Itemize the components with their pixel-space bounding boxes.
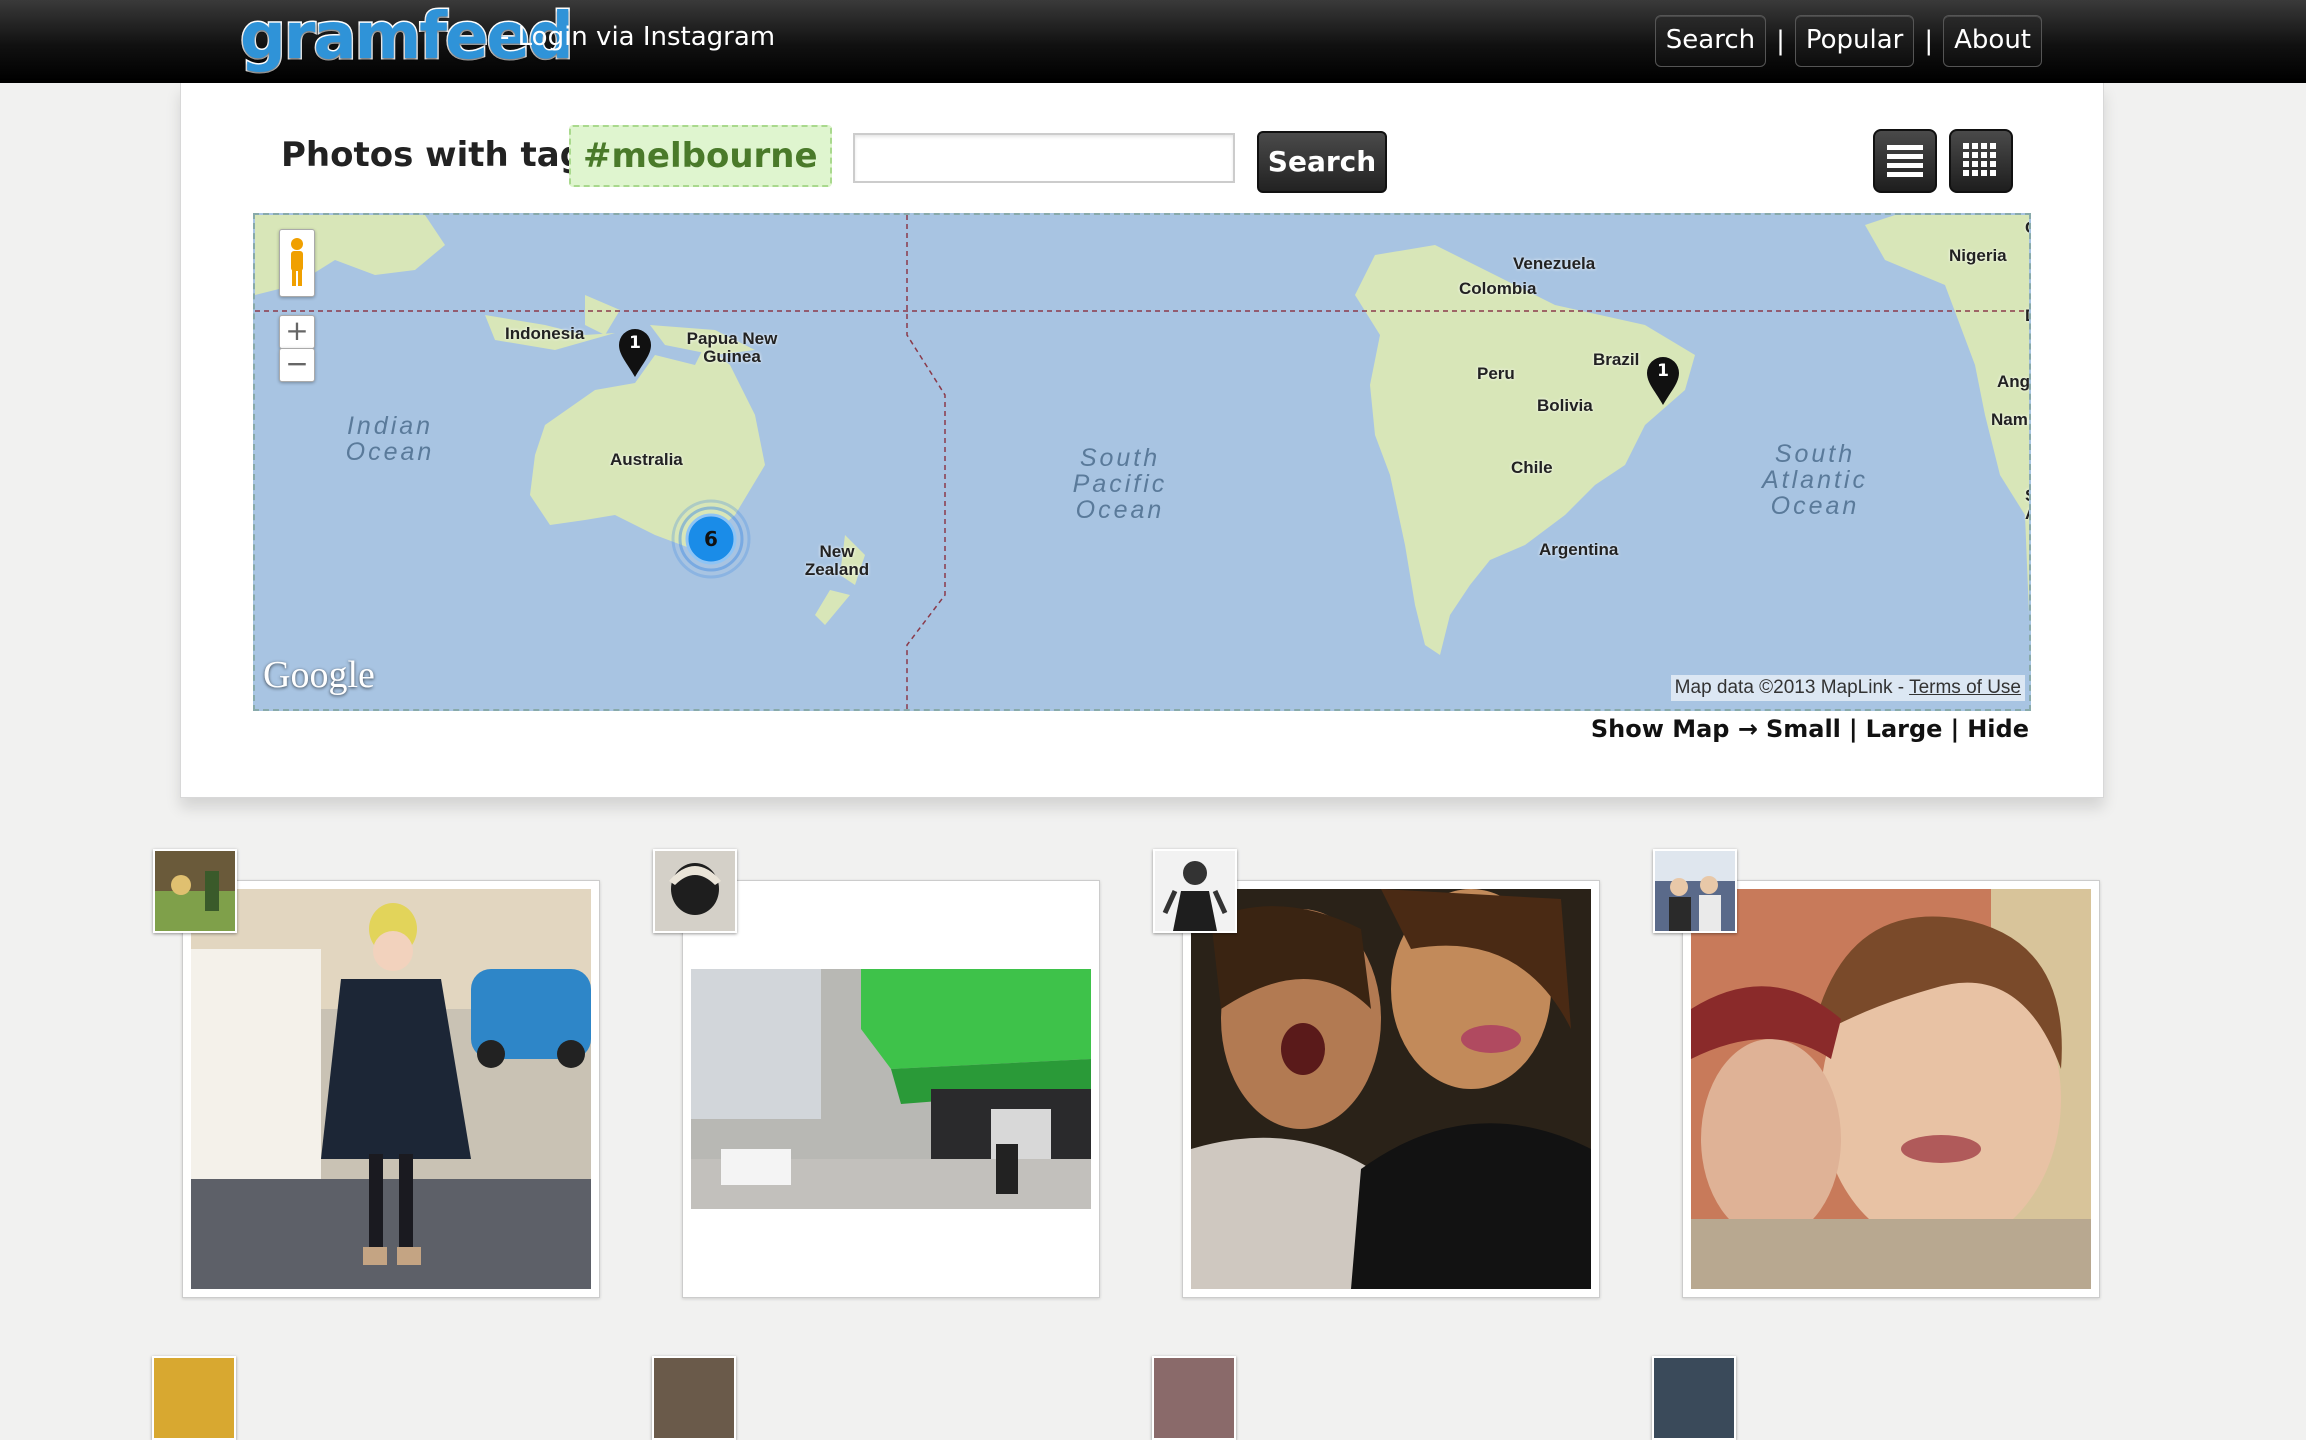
map-edge-label: S (2025, 487, 2029, 505)
map-cluster[interactable]: 6 (671, 499, 751, 579)
zoom-out-button[interactable]: − (279, 348, 315, 382)
ocean-label-south-pacific: South Pacific Ocean (1072, 444, 1168, 524)
show-map-label: Show Map → (1590, 715, 1758, 743)
tag-search-input[interactable] (853, 133, 1235, 183)
user-avatar[interactable] (1153, 849, 1237, 933)
zoom-in-button[interactable]: + (279, 315, 315, 349)
map-label-venezuela: Venezuela (1513, 254, 1596, 273)
nav-separator: | (1924, 26, 1934, 56)
terms-of-use-link[interactable]: Terms of Use (1909, 677, 2021, 698)
map-data-text: Map data ©2013 MapLink - (1674, 677, 1910, 698)
nav-search-button[interactable]: Search (1654, 15, 1767, 67)
photo-image[interactable] (691, 889, 1091, 1289)
user-avatar[interactable] (1152, 1356, 1236, 1440)
map-edge-label: A (2025, 505, 2029, 523)
list-icon (1887, 145, 1923, 177)
map-size-separator: | (1950, 715, 1960, 743)
marker-count: 1 (1657, 361, 1669, 381)
nav-about-button[interactable]: About (1943, 15, 2042, 67)
map-label-new-zealand: New Zealand (804, 542, 870, 579)
photo-image[interactable] (1691, 889, 2091, 1289)
map-label-colombia: Colombia (1459, 279, 1537, 298)
nav-popular-button[interactable]: Popular (1794, 15, 1915, 67)
ocean-label-indian: Indian Ocean (345, 412, 435, 466)
map-label-indonesia: Indonesia (505, 324, 585, 343)
map-edge-label: Ang (1997, 372, 2031, 391)
user-avatar[interactable] (153, 849, 237, 933)
user-avatar[interactable] (1652, 1356, 1736, 1440)
map-edge-label: D (2025, 307, 2029, 325)
photo-card[interactable] (653, 849, 1100, 1298)
map-attribution: Map data ©2013 MapLink - Terms of Use (1670, 675, 2025, 701)
map-edge-label: C (2025, 219, 2029, 237)
photo-card[interactable] (153, 849, 600, 1298)
nav-separator: | (1776, 26, 1785, 56)
map-small-link[interactable]: Small (1766, 715, 1841, 743)
map-label-argentina: Argentina (1539, 540, 1619, 559)
google-logo[interactable]: Google (263, 653, 375, 697)
login-instagram-link[interactable]: - Login via Instagram (500, 22, 775, 52)
map-hide-link[interactable]: Hide (1967, 715, 2029, 743)
map-label-chile: Chile (1511, 458, 1553, 477)
map-marker[interactable]: 1 (617, 327, 653, 379)
cluster-count: 6 (704, 527, 718, 551)
top-nav: Search | Popular | About (1654, 15, 2042, 67)
user-avatar[interactable] (152, 1356, 236, 1440)
map-label-bolivia: Bolivia (1537, 396, 1593, 415)
map-size-controls: Show Map → Small | Large | Hide (1587, 715, 2033, 743)
list-view-button[interactable] (1873, 129, 1937, 193)
user-avatar[interactable] (653, 849, 737, 933)
photo-card[interactable] (1653, 849, 2100, 1298)
grid-view-button[interactable] (1949, 129, 2013, 193)
map-edge-label: Nami (1991, 410, 2031, 429)
photo-image[interactable] (191, 889, 591, 1289)
photo-image[interactable] (1191, 889, 1591, 1289)
map-label-brazil: Brazil (1593, 350, 1640, 369)
map-size-separator: | (1848, 715, 1858, 743)
top-bar: gramfeed - Login via Instagram Search | … (0, 0, 2306, 83)
map-label-papua-new-guinea: Papua New Guinea (686, 329, 778, 366)
map-marker[interactable]: 1 (1645, 355, 1681, 407)
user-avatar[interactable] (652, 1356, 736, 1440)
photo-card[interactable] (1153, 849, 1600, 1298)
ocean-label-south-atlantic: South Atlantic Ocean (1762, 440, 1868, 520)
marker-count: 1 (629, 333, 641, 353)
page-title: Photos with tag (281, 135, 585, 175)
map-label-nigeria: Nigeria (1949, 246, 2007, 265)
tag-panel: Photos with tag #melbourne Search + − In… (180, 83, 2104, 798)
grid-icon (1963, 143, 1996, 176)
tag-badge[interactable]: #melbourne (569, 125, 832, 187)
map-large-link[interactable]: Large (1866, 715, 1943, 743)
tag-search-button[interactable]: Search (1257, 131, 1387, 193)
photo-map[interactable]: + − Indonesia Papua New Guinea Australia… (253, 213, 2031, 711)
map-label-peru: Peru (1477, 364, 1515, 383)
pegman-icon (291, 238, 303, 286)
user-avatar[interactable] (1653, 849, 1737, 933)
map-label-australia: Australia (610, 450, 683, 469)
street-view-pegman[interactable] (279, 229, 315, 297)
